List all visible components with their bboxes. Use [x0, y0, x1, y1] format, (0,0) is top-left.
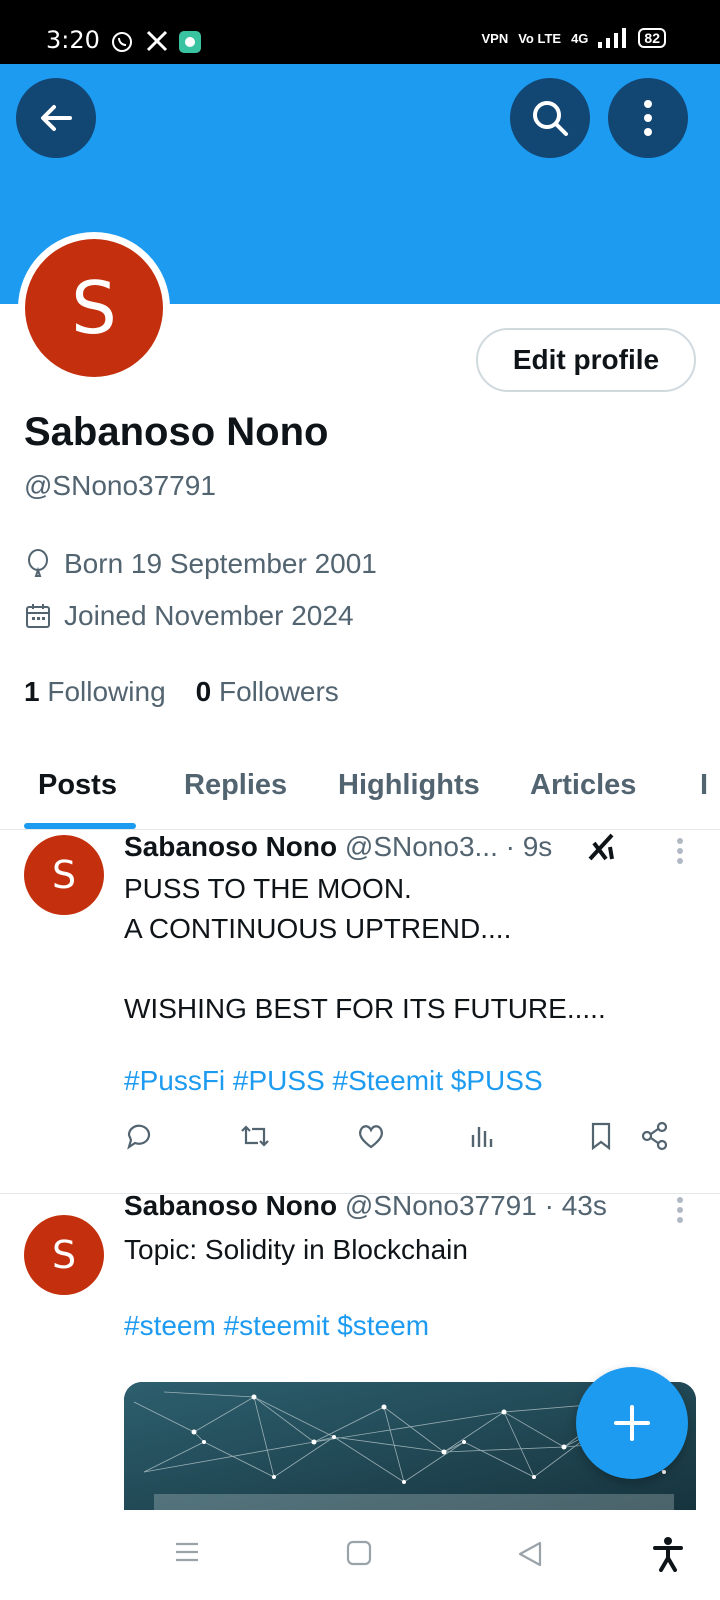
post-line: WISHING BEST FOR ITS FUTURE.....: [124, 993, 606, 1024]
status-time: 3:20: [46, 26, 100, 54]
tab-replies[interactable]: Replies: [184, 769, 287, 802]
follow-stats: 1 Following 0 Followers: [24, 676, 339, 708]
system-nav-bar: [0, 1510, 720, 1600]
status-right-icons: VPN Vo LTE 4G 82: [481, 28, 666, 48]
tab-posts[interactable]: Posts: [38, 769, 117, 802]
followers-link[interactable]: 0 Followers: [196, 676, 339, 708]
post-hashtags[interactable]: #PussFi #PUSS #Steemit $PUSS: [124, 1065, 543, 1097]
post-handle-time: @SNono37791 · 43s: [344, 1190, 607, 1221]
joined-text: Joined November 2024: [64, 600, 354, 631]
post-line: A CONTINUOUS UPTREND....: [124, 913, 512, 944]
back-triangle-icon[interactable]: [516, 1540, 544, 1568]
post-header: Sabanoso Nono @SNono37791 · 43s: [124, 1190, 607, 1222]
menu-icon[interactable]: [174, 1540, 200, 1564]
views-icon[interactable]: [470, 1121, 496, 1151]
compose-post-button[interactable]: [576, 1367, 688, 1479]
balloon-icon: [28, 549, 48, 577]
active-tab-indicator: [24, 823, 136, 829]
more-vertical-icon: [644, 100, 652, 136]
following-count: 1: [24, 676, 40, 707]
followers-count: 0: [195, 676, 212, 707]
search-button[interactable]: [510, 78, 590, 158]
reply-icon[interactable]: [124, 1121, 154, 1151]
post-body: Topic: Solidity in Blockchain: [124, 1230, 468, 1270]
more-button[interactable]: [608, 78, 688, 158]
post-more-icon[interactable]: [676, 1196, 684, 1224]
profile-handle: @SNono37791: [24, 470, 216, 501]
profile-avatar[interactable]: S: [18, 232, 170, 384]
birthdate-text: Born 19 September 2001: [64, 548, 377, 579]
post-avatar[interactable]: S: [24, 1215, 104, 1295]
post-more-icon[interactable]: [676, 837, 684, 865]
signal-icon: [598, 28, 627, 48]
post-line: PUSS TO THE MOON.: [124, 873, 412, 904]
app-icon: [179, 31, 201, 53]
following-label: Following: [47, 676, 166, 707]
home-square-icon[interactable]: [346, 1540, 372, 1566]
post-author: Sabanoso Nono: [124, 831, 338, 862]
avatar-letter: S: [25, 239, 163, 377]
profile-name: Sabanoso Nono: [24, 410, 329, 454]
status-bar: 3:20 VPN Vo LTE 4G 82: [0, 0, 720, 64]
joined-row: Joined November 2024: [24, 600, 354, 632]
plus-icon: [614, 1405, 650, 1441]
like-icon[interactable]: [356, 1121, 386, 1151]
profile-tabs: Posts Replies Highlights Articles I: [0, 745, 720, 830]
bookmark-icon[interactable]: [588, 1121, 614, 1151]
following-link[interactable]: 1 Following: [24, 676, 166, 708]
post-author: Sabanoso Nono: [124, 1190, 338, 1221]
edit-profile-button[interactable]: Edit profile: [476, 328, 696, 392]
post-avatar[interactable]: S: [24, 835, 104, 915]
post-line-blank: [124, 949, 606, 989]
birthdate-row: Born 19 September 2001: [24, 548, 377, 580]
post-handle-time: @SNono3... · 9s: [344, 831, 553, 862]
post-item[interactable]: S Sabanoso Nono @SNono3... · 9s PUSS TO …: [0, 831, 720, 1171]
repost-icon[interactable]: [238, 1121, 272, 1151]
accessibility-icon[interactable]: [652, 1536, 684, 1572]
followers-label: Followers: [219, 676, 339, 707]
post-line: Topic: Solidity in Blockchain: [124, 1234, 468, 1265]
calendar-icon: [26, 604, 50, 628]
post-actions: [124, 1121, 684, 1161]
tab-highlights[interactable]: Highlights: [338, 769, 480, 802]
tab-overflow[interactable]: I: [700, 769, 720, 802]
volte-icon: Vo LTE: [518, 30, 562, 46]
grok-icon[interactable]: [586, 831, 618, 863]
post-hashtags[interactable]: #steem #steemit $steem: [124, 1310, 429, 1342]
arrow-left-icon: [41, 105, 72, 131]
share-icon[interactable]: [640, 1121, 670, 1151]
back-button[interactable]: [16, 78, 96, 158]
x-logo-icon: [146, 30, 168, 52]
post-body: PUSS TO THE MOON. A CONTINUOUS UPTREND..…: [124, 869, 606, 1029]
4g-signal-icon: 4G: [571, 30, 589, 46]
search-icon: [533, 101, 568, 136]
vpn-icon: VPN: [481, 30, 509, 46]
post-header: Sabanoso Nono @SNono3... · 9s: [124, 831, 552, 863]
whatsapp-icon: [112, 32, 132, 52]
battery-icon: 82: [638, 28, 666, 48]
tab-articles[interactable]: Articles: [530, 769, 636, 802]
